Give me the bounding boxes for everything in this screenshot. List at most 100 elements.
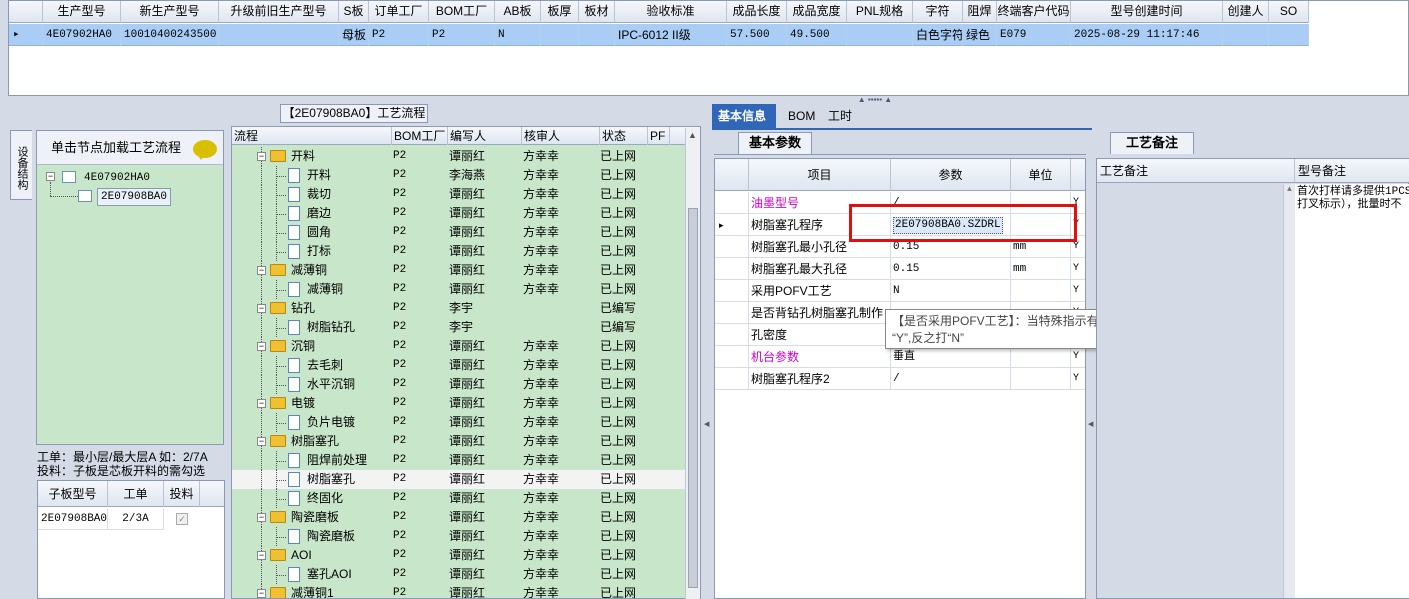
- flow-row[interactable]: 圆角 P2 谭丽红 方幸幸 已上网: [232, 223, 687, 242]
- top-cell-11[interactable]: 57.500: [727, 24, 787, 46]
- flow-row[interactable]: − 减薄铜 P2 谭丽红 方幸幸 已上网: [232, 261, 687, 280]
- tree-node-child[interactable]: 2E07908BA0: [97, 188, 172, 206]
- scroll-thumb[interactable]: [688, 208, 698, 588]
- param-flag[interactable]: Y: [1071, 280, 1085, 302]
- top-cell-15[interactable]: 绿色: [963, 24, 997, 46]
- flow-row[interactable]: 减薄铜 P2 谭丽红 方幸幸 已上网: [232, 280, 687, 299]
- top-cell-5[interactable]: P2: [369, 24, 429, 46]
- collapse-icon[interactable]: −: [257, 437, 266, 446]
- row-header[interactable]: [715, 302, 749, 324]
- tab-bom[interactable]: BOM: [782, 104, 821, 128]
- top-col-6[interactable]: BOM工厂: [429, 1, 495, 23]
- top-col-3[interactable]: 升级前旧生产型号: [219, 1, 339, 23]
- flow-row[interactable]: − AOI P2 谭丽红 方幸幸 已上网: [232, 546, 687, 565]
- flow-row[interactable]: − 钻孔 P2 李宇 已编写: [232, 299, 687, 318]
- collapse-icon[interactable]: −: [257, 551, 266, 560]
- flow-row[interactable]: − 开料 P2 谭丽红 方幸幸 已上网: [232, 147, 687, 166]
- flow-col-1[interactable]: BOM工厂: [392, 127, 448, 145]
- splitter-icon[interactable]: ◀: [704, 420, 710, 450]
- flow-row[interactable]: 负片电镀 P2 谭丽红 方幸幸 已上网: [232, 413, 687, 432]
- flow-row[interactable]: 树脂塞孔 P2 谭丽红 方幸幸 已上网: [232, 470, 687, 489]
- param-row[interactable]: 树脂塞孔程序2/ Y: [715, 368, 1085, 390]
- flow-row[interactable]: − 减薄铜1 P2 谭丽红 方幸幸 已上网: [232, 584, 687, 598]
- flow-row[interactable]: 开料 P2 李海燕 方幸幸 已上网: [232, 166, 687, 185]
- top-col-18[interactable]: 创建人: [1223, 1, 1269, 23]
- flow-row[interactable]: 陶瓷磨板 P2 谭丽红 方幸幸 已上网: [232, 527, 687, 546]
- flow-row[interactable]: − 沉铜 P2 谭丽红 方幸幸 已上网: [232, 337, 687, 356]
- param-value[interactable]: /: [891, 368, 1011, 390]
- flow-col-4[interactable]: 状态: [600, 127, 648, 145]
- flow-row[interactable]: 树脂钻孔 P2 李宇 已编写: [232, 318, 687, 337]
- top-col-7[interactable]: AB板: [495, 1, 541, 23]
- top-cell-13[interactable]: [847, 24, 913, 46]
- tab-work-hours[interactable]: 工时: [822, 104, 858, 128]
- top-col-10[interactable]: 验收标准: [615, 1, 727, 23]
- top-cell-18[interactable]: [1223, 24, 1269, 46]
- feed-checkbox[interactable]: ✓: [176, 513, 188, 525]
- collapse-icon[interactable]: −: [257, 266, 266, 275]
- top-col-19[interactable]: SO: [1269, 1, 1309, 23]
- param-flag[interactable]: Y: [1071, 346, 1085, 368]
- flow-row[interactable]: 阻焊前处理 P2 谭丽红 方幸幸 已上网: [232, 451, 687, 470]
- top-col-13[interactable]: PNL规格: [847, 1, 913, 23]
- sub-cell-model[interactable]: 2E07908BA0: [38, 508, 108, 530]
- flow-row[interactable]: − 电镀 P2 谭丽红 方幸幸 已上网: [232, 394, 687, 413]
- top-cell-1[interactable]: 4E07902HA0: [43, 24, 121, 46]
- top-cell-2[interactable]: 10010400243500: [121, 24, 219, 46]
- top-cell-10[interactable]: IPC-6012 II级: [615, 24, 727, 46]
- top-col-8[interactable]: 板厚: [541, 1, 579, 23]
- top-cell-6[interactable]: P2: [429, 24, 495, 46]
- flow-col-5[interactable]: PF: [648, 127, 670, 145]
- tab-basic-info[interactable]: 基本信息: [712, 104, 776, 128]
- flow-row[interactable]: 裁切 P2 谭丽红 方幸幸 已上网: [232, 185, 687, 204]
- row-header[interactable]: [715, 346, 749, 368]
- tab-device-structure[interactable]: 设备结构: [10, 130, 32, 200]
- param-value[interactable]: N: [891, 280, 1011, 302]
- splitter-handle[interactable]: ▲ ▪▪▪▪▪ ▲: [840, 96, 910, 104]
- flow-row[interactable]: 去毛刺 P2 谭丽红 方幸幸 已上网: [232, 356, 687, 375]
- collapse-icon[interactable]: −: [257, 304, 266, 313]
- param-flag[interactable]: Y: [1071, 368, 1085, 390]
- top-cell-9[interactable]: [579, 24, 615, 46]
- row-header[interactable]: [715, 236, 749, 258]
- param-flag[interactable]: Y: [1071, 258, 1085, 280]
- flow-row[interactable]: 终固化 P2 谭丽红 方幸幸 已上网: [232, 489, 687, 508]
- tab-basic-params[interactable]: 基本参数: [738, 132, 812, 154]
- collapse-icon[interactable]: −: [257, 513, 266, 522]
- tab-process-remarks[interactable]: 工艺备注: [1110, 132, 1194, 154]
- top-col-14[interactable]: 字符: [913, 1, 963, 23]
- top-col-9[interactable]: 板材: [579, 1, 615, 23]
- model-grid-row[interactable]: ▸ 4E07902HA0 10010400243500 母板 P2 P2 N IPC-6012…: [9, 24, 1309, 46]
- top-col-5[interactable]: 订单工厂: [369, 1, 429, 23]
- flow-row[interactable]: 磨边 P2 谭丽红 方幸幸 已上网: [232, 204, 687, 223]
- splitter-icon[interactable]: ◀: [1088, 420, 1094, 450]
- top-cell-12[interactable]: 49.500: [787, 24, 847, 46]
- scroll-up-icon[interactable]: ▲: [688, 130, 697, 140]
- top-cell-8[interactable]: [541, 24, 579, 46]
- row-indicator-icon[interactable]: ▸: [9, 24, 43, 46]
- top-cell-19[interactable]: [1269, 24, 1309, 46]
- top-cell-14[interactable]: 白色字符: [913, 24, 963, 46]
- param-row[interactable]: 采用POFV工艺 N Y: [715, 280, 1085, 302]
- flow-row[interactable]: − 树脂塞孔 P2 谭丽红 方幸幸 已上网: [232, 432, 687, 451]
- top-col-1[interactable]: 生产型号: [43, 1, 121, 23]
- row-header[interactable]: [715, 368, 749, 390]
- top-col-11[interactable]: 成品长度: [727, 1, 787, 23]
- flow-row[interactable]: − 陶瓷磨板 P2 谭丽红 方幸幸 已上网: [232, 508, 687, 527]
- flow-row[interactable]: 塞孔AOI P2 谭丽红 方幸幸 已上网: [232, 565, 687, 584]
- top-col-12[interactable]: 成品宽度: [787, 1, 847, 23]
- flow-col-3[interactable]: 核审人: [522, 127, 600, 145]
- collapse-icon[interactable]: −: [257, 399, 266, 408]
- remark-scroll-up-icon[interactable]: ▲: [1283, 184, 1295, 598]
- chat-bubble-icon[interactable]: [193, 140, 217, 160]
- row-header[interactable]: [715, 258, 749, 280]
- param-row[interactable]: 机台参数 垂直 Y: [715, 346, 1085, 368]
- tree-node-root[interactable]: 4E07902HA0: [84, 170, 150, 186]
- sub-cell-order[interactable]: 2/3A: [108, 508, 164, 530]
- top-col-16[interactable]: 终端客户代码: [997, 1, 1071, 23]
- row-header[interactable]: [715, 280, 749, 302]
- top-cell-4[interactable]: 母板: [339, 24, 369, 46]
- top-cell-17[interactable]: 2025-08-29 11:17:46: [1071, 24, 1223, 46]
- top-col-2[interactable]: 新生产型号: [121, 1, 219, 23]
- top-col-17[interactable]: 型号创建时间: [1071, 1, 1223, 23]
